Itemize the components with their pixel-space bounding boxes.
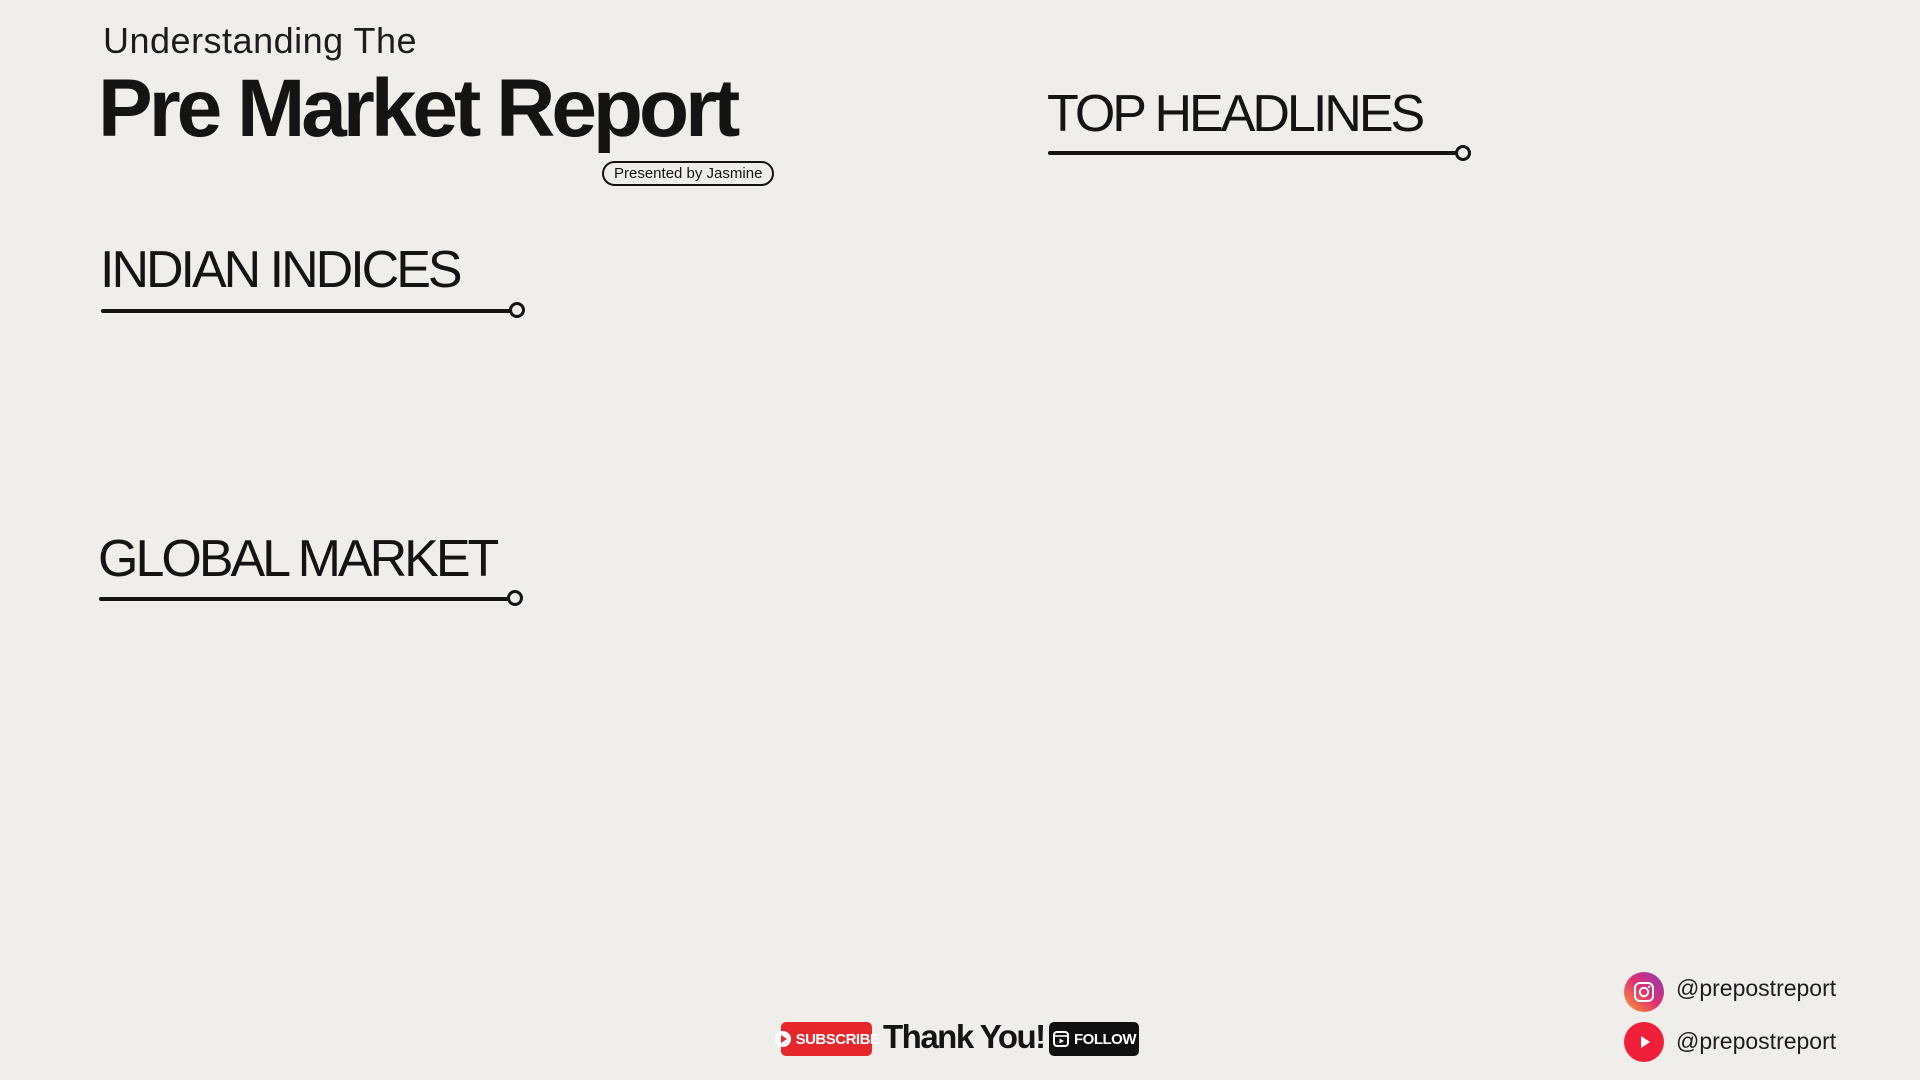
global-market-divider-dot xyxy=(507,590,523,606)
reels-icon xyxy=(1052,1030,1070,1048)
youtube-handle[interactable]: @prepostreport xyxy=(1676,1028,1836,1055)
global-market-heading: GLOBAL MARKET xyxy=(98,530,499,588)
indian-indices-divider xyxy=(101,309,511,313)
thank-you-text: Thank You! xyxy=(883,1018,1046,1055)
top-headlines-divider xyxy=(1048,151,1458,155)
indian-indices-divider-dot xyxy=(509,302,525,318)
global-market-divider xyxy=(99,597,509,601)
instagram-icon[interactable] xyxy=(1624,972,1664,1012)
youtube-play-icon xyxy=(774,1030,792,1048)
indian-indices-heading: INDIAN INDICES xyxy=(100,241,463,299)
report-subtitle: Understanding The xyxy=(103,20,418,61)
instagram-handle[interactable]: @prepostreport xyxy=(1676,975,1836,1002)
youtube-icon[interactable] xyxy=(1624,1022,1664,1062)
top-headlines-divider-dot xyxy=(1455,145,1471,161)
presenter-badge: Presented by Jasmine xyxy=(602,161,775,186)
subscribe-label: SUBSCRIBE xyxy=(795,1030,880,1048)
follow-button[interactable]: FOLLOW xyxy=(1049,1022,1139,1056)
subscribe-button[interactable]: SUBSCRIBE xyxy=(774,1022,880,1056)
top-headlines-heading: TOP HEADLINES xyxy=(1047,85,1425,143)
follow-label: FOLLOW xyxy=(1074,1030,1136,1048)
report-title: Pre Market Report xyxy=(98,63,740,154)
